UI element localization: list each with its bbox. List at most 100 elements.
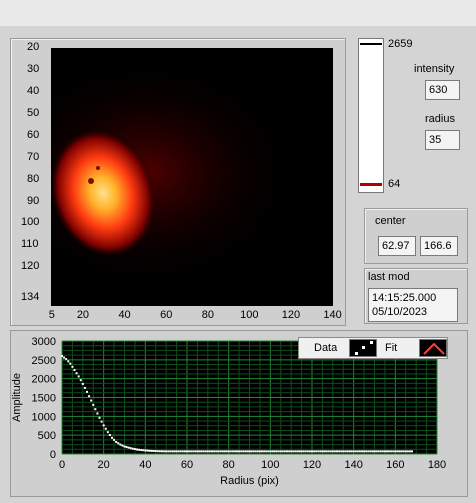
- legend-fit-swatch: [419, 339, 447, 357]
- chart-x-tick: 160: [386, 459, 404, 471]
- data-point: [127, 446, 130, 449]
- legend-fit-label: Fit: [385, 342, 398, 354]
- amplitude-chart[interactable]: 0 20 40 60 80 100 120 140 160 180 0 500 1000 1500 2000…: [0, 0, 476, 503]
- data-point: [140, 449, 143, 452]
- data-point: [254, 450, 257, 453]
- data-point: [265, 450, 268, 453]
- data-point: [227, 450, 230, 453]
- data-point: [261, 450, 263, 453]
- chart-y-tick: 500: [38, 430, 56, 442]
- data-point: [283, 450, 286, 453]
- data-point: [98, 416, 101, 419]
- data-point: [286, 450, 288, 453]
- data-point: [402, 450, 405, 453]
- data-point: [273, 450, 276, 453]
- data-point: [104, 427, 107, 430]
- data-point: [211, 450, 213, 453]
- chart-y-tick: 3000: [32, 336, 56, 348]
- data-point: [331, 450, 334, 453]
- data-point: [242, 450, 245, 453]
- chart-x-tick: 20: [98, 459, 110, 471]
- legend-data-label: Data: [314, 342, 338, 354]
- data-point: [279, 450, 282, 453]
- data-point: [350, 450, 353, 453]
- data-point: [138, 448, 141, 451]
- data-point: [336, 450, 338, 453]
- data-point: [204, 450, 207, 453]
- data-point: [411, 450, 413, 453]
- data-point: [294, 450, 297, 453]
- data-point: [252, 450, 255, 453]
- chart-y-tick: 2000: [32, 374, 56, 386]
- data-point: [115, 440, 118, 443]
- data-point: [150, 449, 153, 452]
- data-point: [390, 450, 393, 453]
- data-point: [133, 448, 136, 451]
- data-point: [146, 449, 149, 452]
- data-point: [171, 450, 174, 453]
- data-point: [292, 450, 295, 453]
- data-point: [383, 450, 386, 453]
- data-point: [192, 450, 195, 453]
- data-point: [348, 450, 351, 453]
- data-point: [377, 450, 380, 453]
- data-point: [136, 448, 138, 451]
- data-point: [313, 450, 316, 453]
- data-point: [319, 450, 322, 453]
- data-point: [396, 450, 399, 453]
- data-point: [161, 450, 163, 453]
- data-point: [154, 450, 157, 453]
- graph-legend[interactable]: Data Fit: [298, 337, 448, 359]
- data-point: [321, 450, 324, 453]
- data-point: [117, 442, 120, 445]
- chart-x-tick: 0: [59, 459, 65, 471]
- data-point: [233, 450, 236, 453]
- data-point: [121, 444, 124, 447]
- data-point: [177, 450, 180, 453]
- data-point: [408, 450, 411, 453]
- data-point: [61, 355, 63, 358]
- data-point: [346, 450, 349, 453]
- data-point: [200, 450, 203, 453]
- data-point: [175, 450, 178, 453]
- data-point: [181, 450, 184, 453]
- data-point: [400, 450, 403, 453]
- data-point: [119, 443, 122, 446]
- chart-x-tick: 80: [223, 459, 235, 471]
- data-point: [79, 379, 82, 382]
- data-point: [106, 431, 109, 434]
- data-point: [131, 447, 134, 450]
- chart-x-tick: 180: [428, 459, 446, 471]
- data-point: [300, 450, 303, 453]
- data-point: [67, 360, 70, 363]
- data-point: [358, 450, 361, 453]
- data-point: [275, 450, 278, 453]
- data-point: [361, 450, 363, 453]
- data-point: [352, 450, 355, 453]
- data-point: [404, 450, 407, 453]
- data-point: [206, 450, 209, 453]
- data-point: [111, 436, 113, 439]
- data-point: [183, 450, 186, 453]
- data-point: [144, 449, 147, 452]
- data-point: [406, 450, 409, 453]
- data-point: [229, 450, 232, 453]
- data-point: [125, 446, 128, 449]
- data-point: [394, 450, 397, 453]
- data-point: [236, 450, 238, 453]
- data-point: [96, 412, 99, 415]
- data-point: [88, 395, 91, 398]
- data-point: [63, 356, 66, 359]
- chart-y-tick: 1000: [32, 411, 56, 423]
- data-point: [342, 450, 345, 453]
- data-point: [327, 450, 330, 453]
- data-point: [165, 450, 168, 453]
- data-point: [388, 450, 391, 453]
- data-point: [375, 450, 378, 453]
- data-point: [369, 450, 372, 453]
- data-point: [223, 450, 226, 453]
- data-point: [333, 450, 336, 453]
- data-point: [373, 450, 376, 453]
- data-point: [354, 450, 357, 453]
- data-point: [148, 449, 151, 452]
